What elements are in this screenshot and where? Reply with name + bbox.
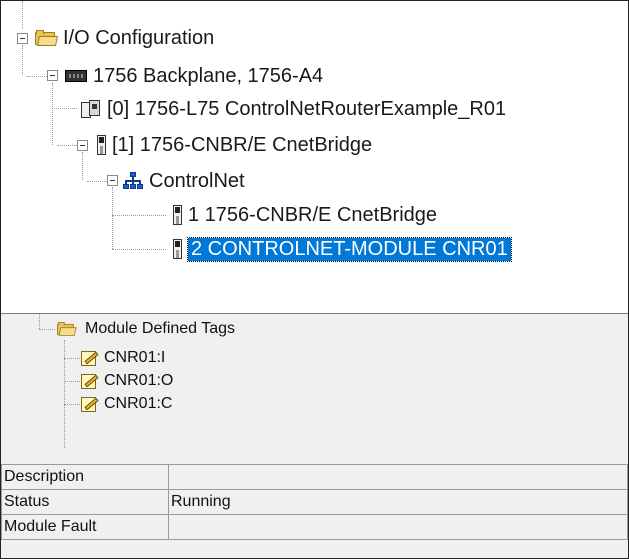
tree-node-label: I/O Configuration (63, 26, 215, 49)
tree-node-label: [1] 1756-CNBR/E CnetBridge (112, 133, 373, 156)
tree-line (22, 45, 23, 75)
module-info-panel: Module Defined Tags CNR01:I CNR01:O CNR0… (1, 313, 628, 558)
tree-line (27, 76, 47, 77)
tree-node-controlnet[interactable]: ControlNet (123, 166, 245, 196)
tag-icon (81, 396, 99, 412)
io-tree-view[interactable]: I/O Configuration 1756 Backplane, 1756-A… (1, 1, 628, 313)
network-icon (123, 172, 143, 190)
module-icon (173, 205, 182, 225)
property-value: Running (168, 489, 628, 515)
controller-icon (81, 100, 101, 118)
tree-node-backplane[interactable]: 1756 Backplane, 1756-A4 (65, 61, 323, 91)
tree-node-controller[interactable]: [0] 1756-L75 ControlNetRouterExample_R01 (81, 94, 506, 124)
tree-line (39, 329, 55, 330)
collapse-button[interactable] (77, 140, 88, 151)
tag-item[interactable]: CNR01:C (81, 393, 172, 415)
tree-line (64, 340, 65, 448)
tree-line (64, 404, 80, 405)
property-name: Module Fault (1, 514, 169, 540)
folder-icon (57, 322, 77, 336)
property-name: Description (1, 464, 169, 490)
tree-node-label: Module Defined Tags (85, 320, 236, 337)
module-properties-grid: Description Status Running Module Fault (1, 464, 628, 540)
tree-node-label: [0] 1756-L75 ControlNetRouterExample_R01 (107, 97, 507, 120)
tag-label: CNR01:I (104, 349, 166, 366)
property-name: Status (1, 489, 169, 515)
module-icon (97, 135, 106, 155)
collapse-button[interactable] (107, 175, 118, 186)
io-configuration-window: I/O Configuration 1756 Backplane, 1756-A… (0, 0, 629, 559)
tree-line (82, 152, 83, 180)
tag-icon (81, 373, 99, 389)
collapse-button[interactable] (17, 33, 28, 44)
tag-item[interactable]: CNR01:I (81, 347, 165, 369)
tree-node-cnet-bridge-1[interactable]: 1 1756-CNBR/E CnetBridge (173, 200, 437, 230)
property-row[interactable]: Description (1, 464, 628, 490)
tree-node-label: 1756 Backplane, 1756-A4 (93, 64, 324, 87)
tree-line (64, 381, 80, 382)
tree-line (64, 358, 80, 359)
tree-line (87, 181, 107, 182)
property-row[interactable]: Status Running (1, 489, 628, 515)
tag-icon (81, 350, 99, 366)
tree-line (22, 1, 23, 29)
folder-icon (35, 30, 59, 46)
tree-node-controlnet-module-2[interactable]: 2 CONTROLNET-MODULE CNR01 (173, 234, 512, 264)
tree-line (52, 83, 53, 145)
tree-node-module-defined-tags[interactable]: Module Defined Tags (57, 318, 235, 340)
tree-line (112, 215, 166, 216)
tree-line (57, 145, 77, 146)
tree-node-label: ControlNet (149, 169, 245, 192)
tree-node-io-configuration[interactable]: I/O Configuration (35, 23, 214, 53)
property-row[interactable]: Module Fault (1, 514, 628, 540)
property-value (168, 514, 628, 540)
tree-node-label: 1 1756-CNBR/E CnetBridge (188, 203, 438, 226)
tag-label: CNR01:C (104, 395, 173, 412)
tree-line (112, 187, 113, 249)
tree-node-label-selected: 2 CONTROLNET-MODULE CNR01 (187, 236, 512, 262)
tree-line (39, 314, 40, 329)
backplane-icon (65, 70, 87, 82)
collapse-button[interactable] (47, 70, 58, 81)
tree-line (52, 108, 77, 109)
tree-line (112, 249, 166, 250)
tree-node-cnet-bridge[interactable]: [1] 1756-CNBR/E CnetBridge (97, 130, 372, 160)
property-value (168, 464, 628, 490)
tag-label: CNR01:O (104, 372, 174, 389)
tag-item[interactable]: CNR01:O (81, 370, 173, 392)
module-icon (173, 239, 182, 259)
